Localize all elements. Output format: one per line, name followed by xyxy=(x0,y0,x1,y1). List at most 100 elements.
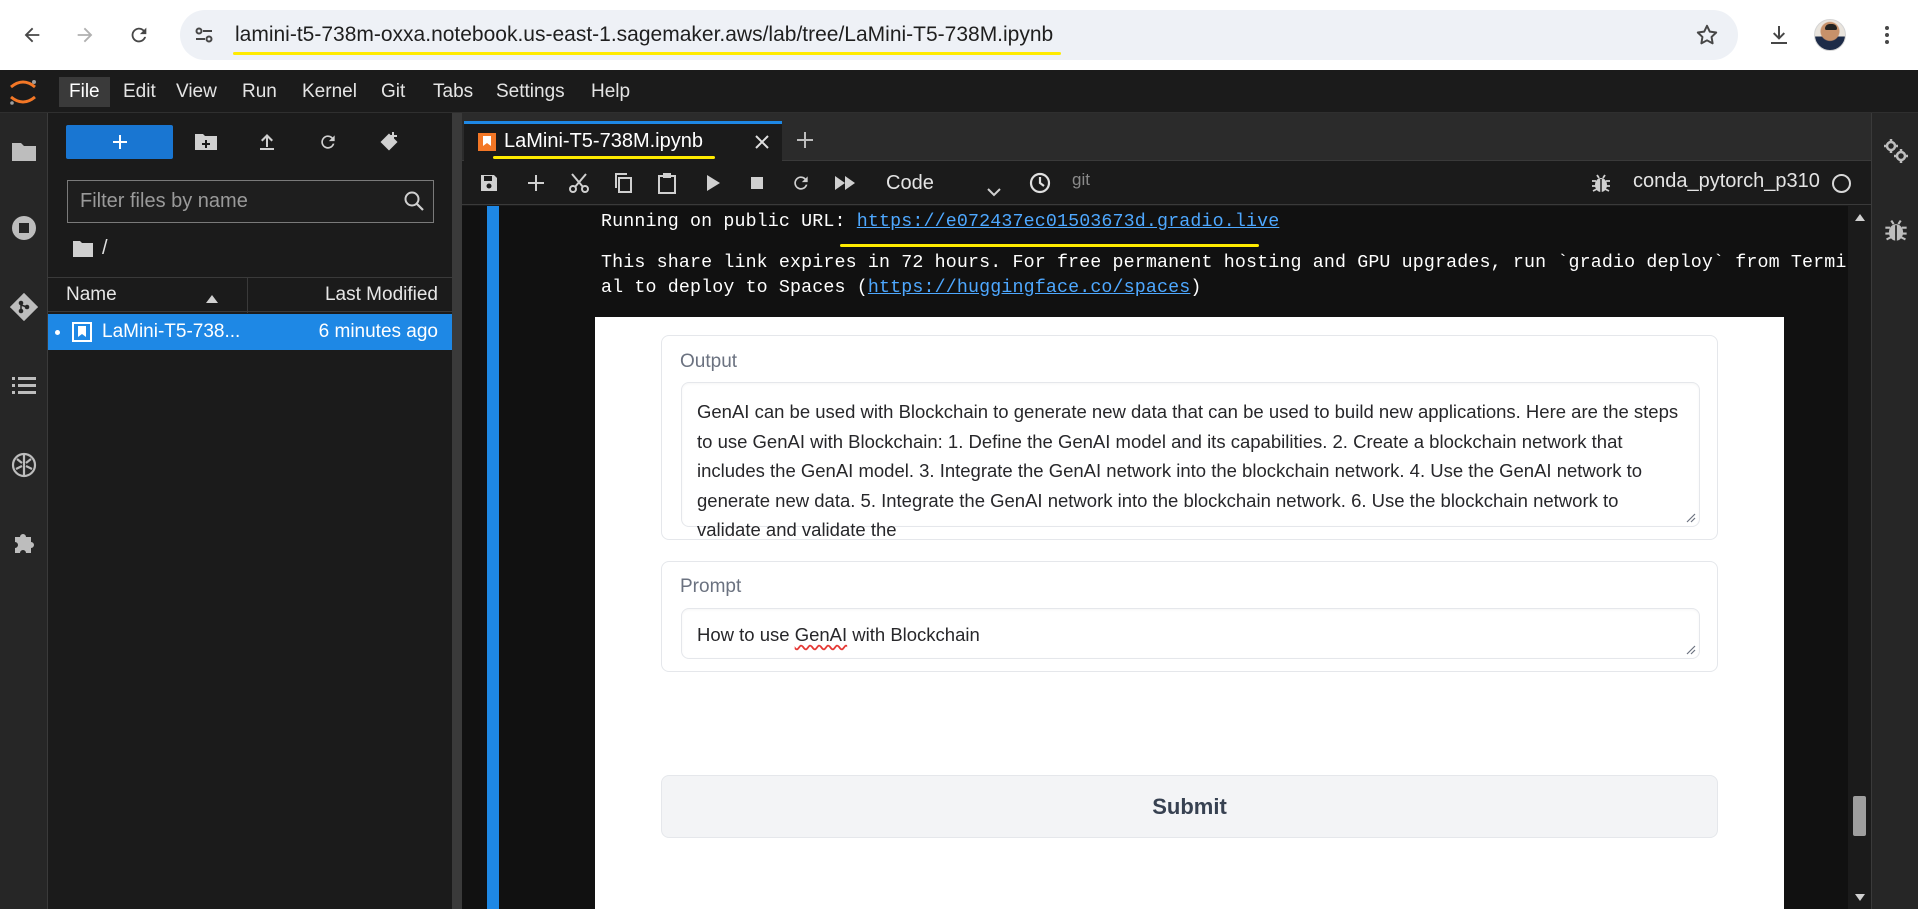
menu-help[interactable]: Help xyxy=(581,77,640,107)
file-modified: 6 minutes ago xyxy=(318,321,438,342)
extensions-puzzle-icon[interactable] xyxy=(8,527,40,559)
prompt-text-start: How to use xyxy=(697,624,795,645)
right-sidebar-rail xyxy=(1871,113,1918,909)
panel-splitter[interactable] xyxy=(453,113,462,909)
scissors-icon xyxy=(569,173,589,193)
plus-icon xyxy=(797,132,813,148)
new-launcher-button[interactable] xyxy=(66,125,173,159)
running-sessions-icon[interactable] xyxy=(8,212,40,244)
spaces-link[interactable]: https://huggingface.co/spaces xyxy=(868,278,1191,298)
fast-forward-icon xyxy=(835,176,855,190)
folder-icon[interactable] xyxy=(72,240,94,258)
stop-icon xyxy=(751,177,763,189)
column-modified-header[interactable]: Last Modified xyxy=(325,284,438,306)
menu-git[interactable]: Git xyxy=(371,77,415,107)
output-text: GenAI can be used with Blockchain to gen… xyxy=(697,401,1679,540)
vertical-scrollbar[interactable] xyxy=(1848,206,1871,909)
prompt-text: How to use GenAI with Blockchain xyxy=(697,620,1687,650)
paste-icon xyxy=(658,173,676,194)
clock-history-button[interactable] xyxy=(1025,168,1055,198)
download-icon xyxy=(1771,26,1787,44)
debugger-toggle[interactable] xyxy=(1586,168,1616,198)
paste-cell-button[interactable] xyxy=(652,168,682,198)
jupyter-menubar: File Edit View Run Kernel Git Tabs Setti… xyxy=(0,70,1918,113)
gradio-app-frame: Output GenAI can be used with Blockchain… xyxy=(595,317,1784,909)
cell-collapser[interactable] xyxy=(487,206,499,909)
new-tab-button[interactable] xyxy=(788,123,822,157)
cut-cell-button[interactable] xyxy=(564,168,594,198)
bookmark-star-icon[interactable] xyxy=(1694,22,1720,53)
upload-button[interactable] xyxy=(252,127,282,157)
browser-menu-button[interactable] xyxy=(1867,15,1907,55)
prompt-block: Prompt How to use GenAI with Blockchain xyxy=(661,561,1718,672)
breadcrumb-root[interactable]: / xyxy=(102,237,108,260)
scrollbar-thumb[interactable] xyxy=(1853,796,1866,836)
tab-label: LaMini-T5-738M.ipynb xyxy=(504,130,703,152)
sagemaker-brain-icon[interactable] xyxy=(8,449,40,481)
git-clone-button[interactable] xyxy=(374,127,404,157)
submit-button[interactable]: Submit xyxy=(661,775,1718,838)
downloads-button[interactable] xyxy=(1759,15,1799,55)
menu-file[interactable]: File xyxy=(59,77,110,107)
menu-view[interactable]: View xyxy=(166,77,227,107)
column-name-header[interactable]: Name xyxy=(66,284,117,306)
kernel-name[interactable]: conda_pytorch_p310 xyxy=(1633,170,1820,193)
file-list-item[interactable]: LaMini-T5-738... 6 minutes ago xyxy=(48,314,452,350)
copy-icon xyxy=(615,173,632,193)
menu-settings[interactable]: Settings xyxy=(486,77,575,107)
property-inspector-gears-icon[interactable] xyxy=(1880,135,1912,167)
output-textbox[interactable]: GenAI can be used with Blockchain to gen… xyxy=(681,382,1700,540)
copy-cell-button[interactable] xyxy=(608,168,638,198)
url-text[interactable]: lamini-t5-738m-oxxa.notebook.us-east-1.s… xyxy=(235,23,1053,47)
scroll-down-arrow-icon[interactable] xyxy=(1855,894,1865,901)
insert-cell-button[interactable] xyxy=(521,168,551,198)
restart-icon xyxy=(794,176,808,190)
search-icon xyxy=(403,190,425,217)
forward-button[interactable] xyxy=(65,15,105,55)
profile-avatar[interactable] xyxy=(1814,19,1846,51)
scroll-up-arrow-icon[interactable] xyxy=(1855,214,1865,221)
resize-handle-icon[interactable] xyxy=(1685,512,1696,523)
file-filter-input[interactable] xyxy=(68,181,388,222)
new-folder-button[interactable] xyxy=(191,127,221,157)
file-browser-folder-icon[interactable] xyxy=(8,135,40,167)
prompt-text-end: with Blockchain xyxy=(847,624,980,645)
close-icon[interactable] xyxy=(752,132,772,157)
restart-run-all-button[interactable] xyxy=(830,168,860,198)
notebook-icon xyxy=(478,133,496,151)
run-cell-button[interactable] xyxy=(698,168,728,198)
interrupt-kernel-button[interactable] xyxy=(742,168,772,198)
menu-kernel[interactable]: Kernel xyxy=(292,77,367,107)
save-icon xyxy=(481,175,497,191)
sort-ascending-icon xyxy=(206,290,218,308)
kebab-menu-icon xyxy=(1885,26,1889,44)
reload-icon xyxy=(131,27,147,43)
upload-icon xyxy=(260,134,274,150)
new-folder-icon xyxy=(195,134,217,150)
cell-type-dropdown[interactable]: Code xyxy=(884,168,1006,198)
tab-notebook[interactable]: LaMini-T5-738M.ipynb xyxy=(464,121,782,161)
git-label[interactable]: git xyxy=(1072,170,1090,190)
back-button[interactable] xyxy=(12,15,52,55)
public-url-label: Running on public URL: xyxy=(601,212,857,232)
menu-edit[interactable]: Edit xyxy=(113,77,166,107)
site-info-icon[interactable] xyxy=(192,23,216,47)
kernel-status-idle-icon xyxy=(1832,174,1851,193)
restart-kernel-button[interactable] xyxy=(786,168,816,198)
table-of-contents-icon[interactable] xyxy=(8,370,40,402)
save-button[interactable] xyxy=(474,168,504,198)
debugger-bug-icon[interactable] xyxy=(1880,214,1912,246)
menu-run[interactable]: Run xyxy=(232,77,287,107)
resize-handle-icon[interactable] xyxy=(1685,644,1696,655)
file-filter-box xyxy=(67,180,434,223)
prompt-textbox[interactable]: How to use GenAI with Blockchain xyxy=(681,608,1700,659)
public-url-link[interactable]: https://e072437ec01503673d.gradio.live xyxy=(857,212,1280,232)
clock-icon xyxy=(1029,172,1051,194)
notebook-main-area: LaMini-T5-738M.ipynb Code git conda_pyto… xyxy=(462,113,1871,909)
reload-button[interactable] xyxy=(119,15,159,55)
column-divider[interactable] xyxy=(247,278,248,313)
menu-tabs[interactable]: Tabs xyxy=(423,77,483,107)
output-label: Output xyxy=(680,351,738,372)
git-icon[interactable] xyxy=(8,291,40,323)
refresh-button[interactable] xyxy=(313,127,343,157)
